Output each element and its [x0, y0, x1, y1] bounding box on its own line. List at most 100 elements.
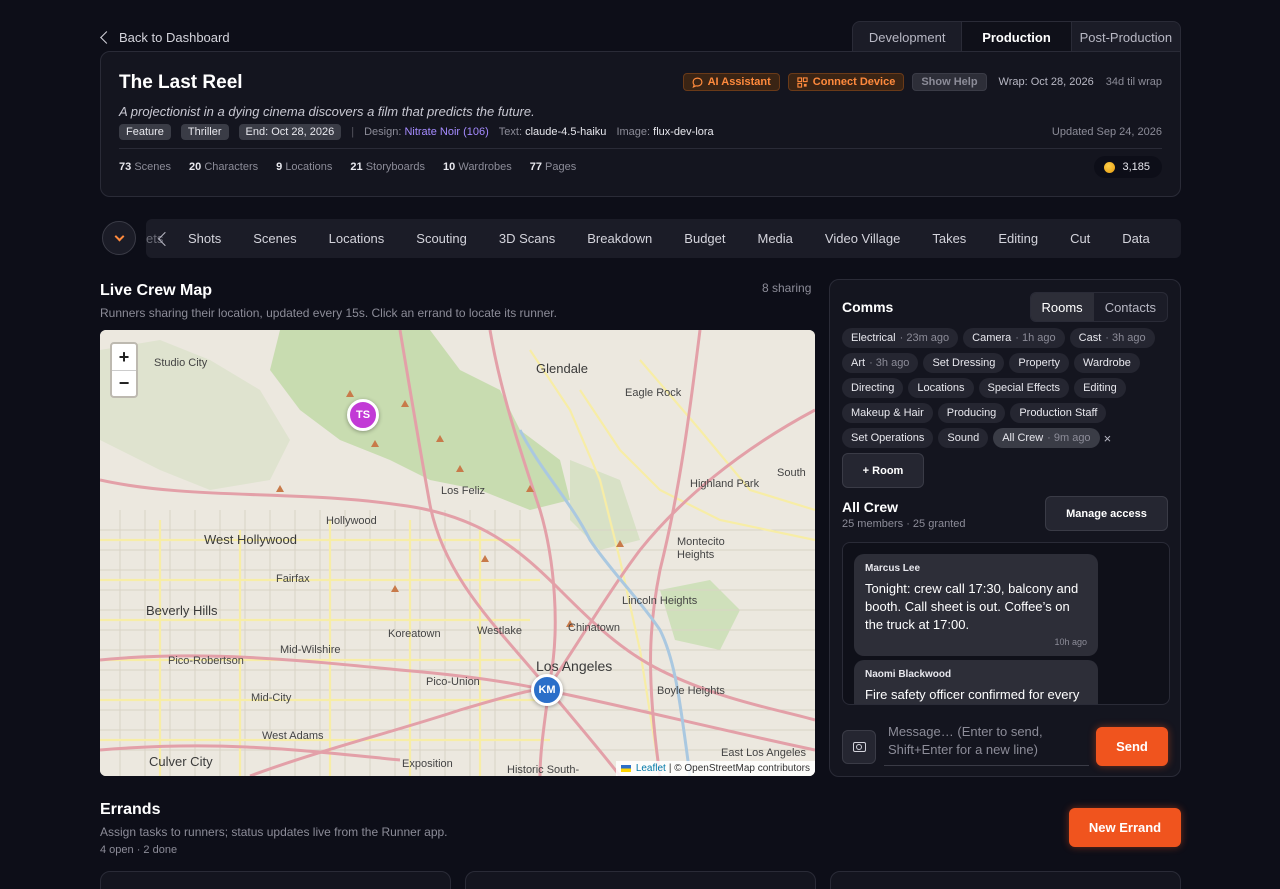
toggle-rooms[interactable]: Rooms: [1030, 293, 1094, 321]
text-label: Text:: [498, 126, 523, 138]
manage-access-button[interactable]: Manage access: [1045, 496, 1168, 531]
add-room-button[interactable]: + Room: [842, 453, 924, 488]
map-label-culver-city: Culver City: [149, 754, 213, 769]
map-label-eagle-rock: Eagle Rock: [625, 387, 682, 399]
zoom-control: + −: [110, 342, 138, 398]
room-name: Locations: [917, 382, 965, 394]
room-chip[interactable]: Cast · 3h ago: [1069, 328, 1155, 348]
crew-map[interactable]: Glendale Studio City Eagle Rock Highland…: [100, 330, 815, 776]
project-meta: Feature Thriller End: Oct 28, 2026 | Des…: [119, 124, 1162, 140]
design-value[interactable]: Nitrate Noir (106): [404, 126, 488, 138]
room-chip[interactable]: Locations: [908, 378, 974, 398]
room-name: Camera: [972, 332, 1012, 344]
zoom-in-button[interactable]: +: [112, 344, 136, 370]
stat-pages: 77 Pages: [530, 161, 577, 173]
chevron-down-icon: [114, 231, 124, 242]
room-chip[interactable]: Property: [1009, 353, 1069, 373]
connect-device-button[interactable]: Connect Device: [787, 73, 905, 91]
ai-assistant-label: AI Assistant: [707, 76, 771, 88]
room-chip[interactable]: Art · 3h ago: [842, 353, 919, 373]
osm-attribution[interactable]: | © OpenStreetMap contributors: [669, 763, 810, 774]
tab-development[interactable]: Development: [853, 22, 961, 52]
stat-label: Wardrobes: [458, 161, 512, 173]
nav-locations[interactable]: Locations: [329, 231, 385, 246]
tab-production[interactable]: Production: [961, 22, 1072, 52]
show-help-button[interactable]: Show Help: [912, 73, 987, 91]
toggle-contacts[interactable]: Contacts: [1094, 293, 1167, 321]
project-card: The Last Reel AI Assistant Connect Devic…: [100, 51, 1181, 197]
nav-media[interactable]: Media: [758, 231, 793, 246]
room-chip[interactable]: Electrical · 23m ago: [842, 328, 959, 348]
credits-value: 3,185: [1122, 161, 1150, 173]
leaflet-link[interactable]: Leaflet: [636, 763, 666, 774]
zoom-out-button[interactable]: −: [112, 370, 136, 396]
map-label-los-angeles: Los Angeles: [536, 658, 613, 674]
nav-breakdown[interactable]: Breakdown: [587, 231, 652, 246]
room-chip[interactable]: Camera · 1h ago: [963, 328, 1065, 348]
stat-locations: 9 Locations: [276, 161, 332, 173]
wrap-remaining: 34d til wrap: [1105, 76, 1162, 88]
end-date-tag: End: Oct 28, 2026: [238, 124, 342, 140]
comms-panel: Comms Rooms Contacts Electrical · 23m ago…: [829, 279, 1181, 777]
room-chip[interactable]: Set Dressing: [923, 353, 1005, 373]
room-chip[interactable]: Editing: [1074, 378, 1126, 398]
nav-shots[interactable]: Shots: [188, 231, 221, 246]
map-label-east-los-angeles: East Los Angeles: [721, 747, 807, 759]
message-input[interactable]: Message… (Enter to send, Shift+Enter for…: [884, 722, 1089, 766]
room-chip[interactable]: Special Effects: [978, 378, 1070, 398]
nav-scouting[interactable]: Scouting: [416, 231, 467, 246]
room-activity: · 3h ago: [869, 357, 910, 369]
nav-budget[interactable]: Budget: [684, 231, 725, 246]
room-chip[interactable]: Production Staff: [1010, 403, 1107, 423]
nav-video-village[interactable]: Video Village: [825, 231, 900, 246]
collapse-nav-button[interactable]: [102, 221, 136, 255]
nav-data[interactable]: Data: [1122, 231, 1149, 246]
send-button[interactable]: Send: [1096, 727, 1168, 766]
room-chip[interactable]: Directing: [842, 378, 904, 398]
attach-photo-button[interactable]: [842, 730, 876, 764]
new-errand-button[interactable]: New Errand: [1069, 808, 1181, 847]
comms-toggle: Rooms Contacts: [1029, 292, 1168, 322]
map-label-studio-city: Studio City: [154, 357, 208, 369]
room-name: All Crew: [1002, 432, 1044, 444]
nav-takes[interactable]: Takes: [932, 231, 966, 246]
map-label-historic-south: Historic South-: [507, 764, 580, 776]
room-name: Directing: [851, 382, 895, 394]
stat-value: 9: [276, 161, 283, 173]
errand-column: [465, 871, 816, 889]
project-actions: AI Assistant Connect Device Show Help Wr…: [682, 73, 1162, 91]
nav-cut[interactable]: Cut: [1070, 231, 1090, 246]
room-chip[interactable]: Wardrobe: [1074, 353, 1140, 373]
runner-pin-ts[interactable]: TS: [347, 399, 379, 431]
tab-post-production[interactable]: Post-Production: [1072, 22, 1180, 52]
nav-scenes[interactable]: Scenes: [253, 231, 296, 246]
wrap-date: Wrap: Oct 28, 2026: [998, 76, 1094, 88]
stat-label: Scenes: [134, 161, 172, 173]
room-name: Wardrobe: [1083, 357, 1131, 369]
runner-pin-km[interactable]: KM: [531, 674, 563, 706]
nav-editing[interactable]: Editing: [998, 231, 1038, 246]
room-chip-active[interactable]: All Crew · 9m ago: [993, 428, 1100, 448]
map-label-west-hollywood: West Hollywood: [204, 532, 297, 547]
map-label-pico-union: Pico-Union: [426, 676, 480, 688]
map-label-hollywood: Hollywood: [326, 515, 377, 527]
room-chip[interactable]: Producing: [937, 403, 1006, 423]
message-list[interactable]: Marcus Lee Tonight: crew call 17:30, bal…: [842, 542, 1170, 705]
close-icon[interactable]: ×: [1104, 428, 1112, 448]
map-label-south: South: [777, 467, 806, 479]
back-to-dashboard-link[interactable]: Back to Dashboard: [100, 30, 230, 45]
room-activity: · 23m ago: [899, 332, 950, 344]
stat-value: 21: [350, 161, 363, 173]
room-chip[interactable]: Makeup & Hair: [842, 403, 933, 423]
room-chip[interactable]: Set Operations: [842, 428, 934, 448]
map-label-west-adams: West Adams: [262, 730, 324, 742]
design-label: Design:: [364, 126, 402, 138]
room-chip[interactable]: Sound: [938, 428, 989, 448]
nav-3d-scans[interactable]: 3D Scans: [499, 231, 555, 246]
stat-storyboards: 21 Storyboards: [350, 161, 425, 173]
ai-assistant-button[interactable]: AI Assistant: [682, 73, 780, 91]
image-model-value: flux-dev-lora: [653, 126, 714, 138]
room-name: Electrical: [851, 332, 896, 344]
stat-value: 20: [189, 161, 202, 173]
room-activity: · 1h ago: [1015, 332, 1056, 344]
